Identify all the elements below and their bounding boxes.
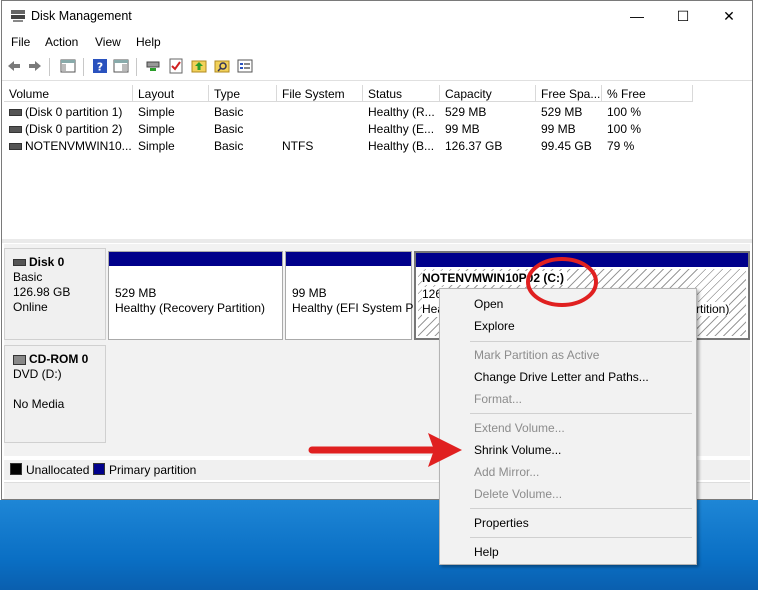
- highlight-circle-annotation: [526, 257, 598, 307]
- annotation-layer: [308, 257, 598, 467]
